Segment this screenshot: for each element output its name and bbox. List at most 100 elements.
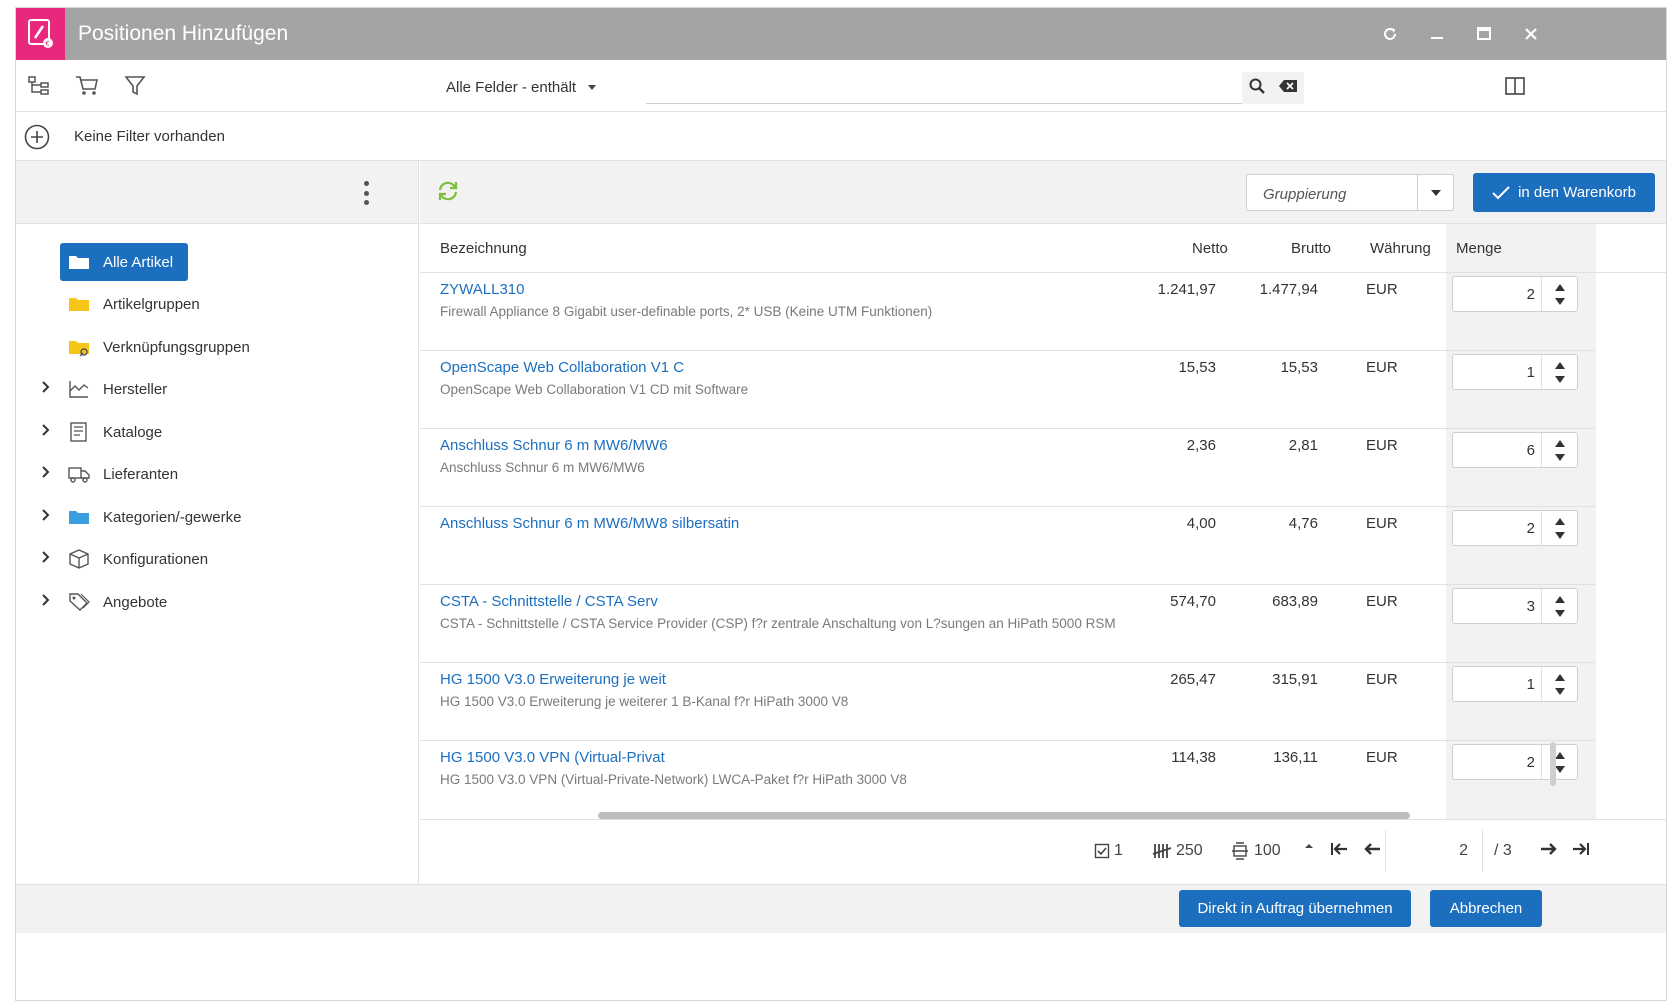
quantity-value[interactable]: 2	[1527, 520, 1535, 537]
search-field-select[interactable]: Alle Felder - enthält	[446, 72, 597, 102]
arrow-down-icon[interactable]	[1555, 376, 1565, 383]
first-page-button[interactable]	[1330, 842, 1348, 856]
col-header-menge[interactable]: Menge	[1456, 240, 1502, 257]
grouping-select[interactable]: Gruppierung	[1246, 174, 1454, 211]
tree-item-artikelgruppen[interactable]: Artikelgruppen	[16, 285, 396, 323]
arrow-up-icon[interactable]	[1555, 440, 1565, 447]
arrow-down-icon[interactable]	[1555, 610, 1565, 617]
table-row[interactable]: CSTA - Schnittstelle / CSTA Serv CSTA - …	[420, 585, 1596, 663]
search-input[interactable]	[646, 72, 1242, 104]
tree-menu-button[interactable]	[360, 181, 372, 205]
table-row[interactable]: Anschluss Schnur 6 m MW6/MW6 Anschluss S…	[420, 429, 1596, 507]
spinner-buttons[interactable]	[1541, 355, 1577, 389]
table-row[interactable]: Anschluss Schnur 6 m MW6/MW8 silbersatin…	[420, 507, 1596, 585]
add-to-cart-button[interactable]: in den Warenkorb	[1473, 173, 1655, 212]
quantity-stepper[interactable]: 1	[1452, 354, 1578, 390]
filter-button[interactable]	[120, 72, 150, 100]
last-page-button[interactable]	[1572, 842, 1590, 856]
clear-search-button[interactable]	[1278, 79, 1298, 98]
horizontal-scrollbar[interactable]	[598, 812, 1410, 819]
quantity-value[interactable]: 3	[1527, 598, 1535, 615]
arrow-up-icon[interactable]	[1555, 284, 1565, 291]
chevron-right-icon[interactable]	[41, 593, 51, 607]
arrow-down-icon[interactable]	[1555, 766, 1565, 773]
maximize-button[interactable]	[1460, 8, 1508, 60]
table-row[interactable]: OpenScape Web Collaboration V1 C OpenSca…	[420, 351, 1596, 429]
arrow-down-icon[interactable]	[1555, 298, 1565, 305]
arrow-up-icon[interactable]	[1555, 362, 1565, 369]
quantity-stepper[interactable]: 1	[1452, 666, 1578, 702]
quantity-stepper[interactable]: 2	[1452, 510, 1578, 546]
minimize-button[interactable]	[1413, 8, 1461, 60]
search-button[interactable]	[1249, 78, 1265, 99]
current-page-value[interactable]: 2	[1459, 842, 1468, 860]
tree-view-button[interactable]	[24, 72, 54, 100]
quantity-stepper[interactable]: 2	[1452, 276, 1578, 312]
chevron-right-icon[interactable]	[41, 380, 51, 394]
article-name-link[interactable]: HG 1500 V3.0 Erweiterung je weit	[440, 671, 666, 688]
arrow-down-icon[interactable]	[1555, 454, 1565, 461]
quantity-value[interactable]: 2	[1527, 286, 1535, 303]
chevron-right-icon[interactable]	[41, 465, 51, 479]
quantity-value[interactable]: 6	[1527, 442, 1535, 459]
article-name-link[interactable]: CSTA - Schnittstelle / CSTA Serv	[440, 593, 658, 610]
refresh-window-button[interactable]	[1366, 8, 1414, 60]
arrow-down-icon[interactable]	[1555, 532, 1565, 539]
spinner-buttons[interactable]	[1541, 277, 1577, 311]
chevron-right-icon[interactable]	[41, 550, 51, 564]
table-row[interactable]: ZYWALL310 Firewall Appliance 8 Gigabit u…	[420, 273, 1596, 351]
vertical-scrollbar[interactable]	[1550, 742, 1556, 786]
col-header-netto[interactable]: Netto	[1192, 240, 1228, 257]
table-row[interactable]: HG 1500 V3.0 Erweiterung je weit HG 1500…	[420, 663, 1596, 741]
article-name-link[interactable]: Anschluss Schnur 6 m MW6/MW8 silbersatin	[440, 515, 739, 532]
arrow-up-icon[interactable]	[1555, 752, 1565, 759]
add-filter-button[interactable]	[24, 124, 50, 155]
quantity-stepper[interactable]: 2	[1452, 744, 1578, 780]
arrow-up-icon[interactable]	[1555, 596, 1565, 603]
apply-to-order-button[interactable]: Direkt in Auftrag übernehmen	[1179, 890, 1411, 927]
split-view-icon	[1505, 77, 1525, 95]
spinner-buttons[interactable]	[1541, 745, 1577, 779]
arrow-up-icon[interactable]	[1555, 674, 1565, 681]
spinner-buttons[interactable]	[1541, 433, 1577, 467]
tree-item-kataloge[interactable]: Kataloge	[16, 413, 396, 451]
spinner-buttons[interactable]	[1541, 511, 1577, 545]
spinner-buttons[interactable]	[1541, 667, 1577, 701]
layout-toggle-button[interactable]	[1500, 72, 1530, 100]
tree-item-lieferanten[interactable]: Lieferanten	[16, 455, 396, 493]
article-name-link[interactable]: Anschluss Schnur 6 m MW6/MW6	[440, 437, 668, 454]
tree-item-verknuepfungsgruppen[interactable]: Verknüpfungsgruppen	[16, 328, 396, 366]
cart-view-button[interactable]	[72, 72, 102, 100]
table-row[interactable]: HG 1500 V3.0 VPN (Virtual-Privat HG 1500…	[420, 741, 1596, 818]
quantity-value[interactable]: 2	[1527, 754, 1535, 771]
tree-item-kategorien[interactable]: Kategorien/-gewerke	[16, 498, 396, 536]
chevron-right-icon[interactable]	[41, 508, 51, 522]
quantity-stepper[interactable]: 6	[1452, 432, 1578, 468]
prev-page-button[interactable]	[1363, 842, 1381, 856]
quantity-value[interactable]: 1	[1527, 676, 1535, 693]
arrow-up-icon[interactable]	[1555, 518, 1565, 525]
quantity-stepper[interactable]: 3	[1452, 588, 1578, 624]
tree-item-angebote[interactable]: Angebote	[16, 583, 396, 621]
col-header-waehrung[interactable]: Währung	[1370, 240, 1431, 257]
page-size-up-button[interactable]	[1304, 842, 1314, 850]
reload-grid-button[interactable]	[436, 179, 460, 208]
next-page-button[interactable]	[1540, 842, 1558, 856]
close-button[interactable]	[1507, 8, 1555, 60]
cancel-button[interactable]: Abbrechen	[1430, 890, 1542, 927]
col-header-bezeichnung[interactable]: Bezeichnung	[440, 240, 527, 257]
chevron-right-icon[interactable]	[41, 423, 51, 437]
quantity-value[interactable]: 1	[1527, 364, 1535, 381]
page-number-input[interactable]: 2	[1385, 830, 1483, 872]
arrow-down-icon[interactable]	[1555, 688, 1565, 695]
tree-item-hersteller[interactable]: Hersteller	[16, 370, 396, 408]
article-name-link[interactable]: ZYWALL310	[440, 281, 525, 298]
article-name-link[interactable]: OpenScape Web Collaboration V1 C	[440, 359, 684, 376]
page-size-select[interactable]: 100	[1230, 842, 1281, 860]
grouping-dropdown-button[interactable]	[1417, 175, 1453, 210]
spinner-buttons[interactable]	[1541, 589, 1577, 623]
article-name-link[interactable]: HG 1500 V3.0 VPN (Virtual-Privat	[440, 749, 665, 766]
tree-item-konfigurationen[interactable]: Konfigurationen	[16, 540, 396, 578]
col-header-brutto[interactable]: Brutto	[1291, 240, 1331, 257]
tree-item-alle-artikel[interactable]: Alle Artikel	[16, 243, 396, 281]
